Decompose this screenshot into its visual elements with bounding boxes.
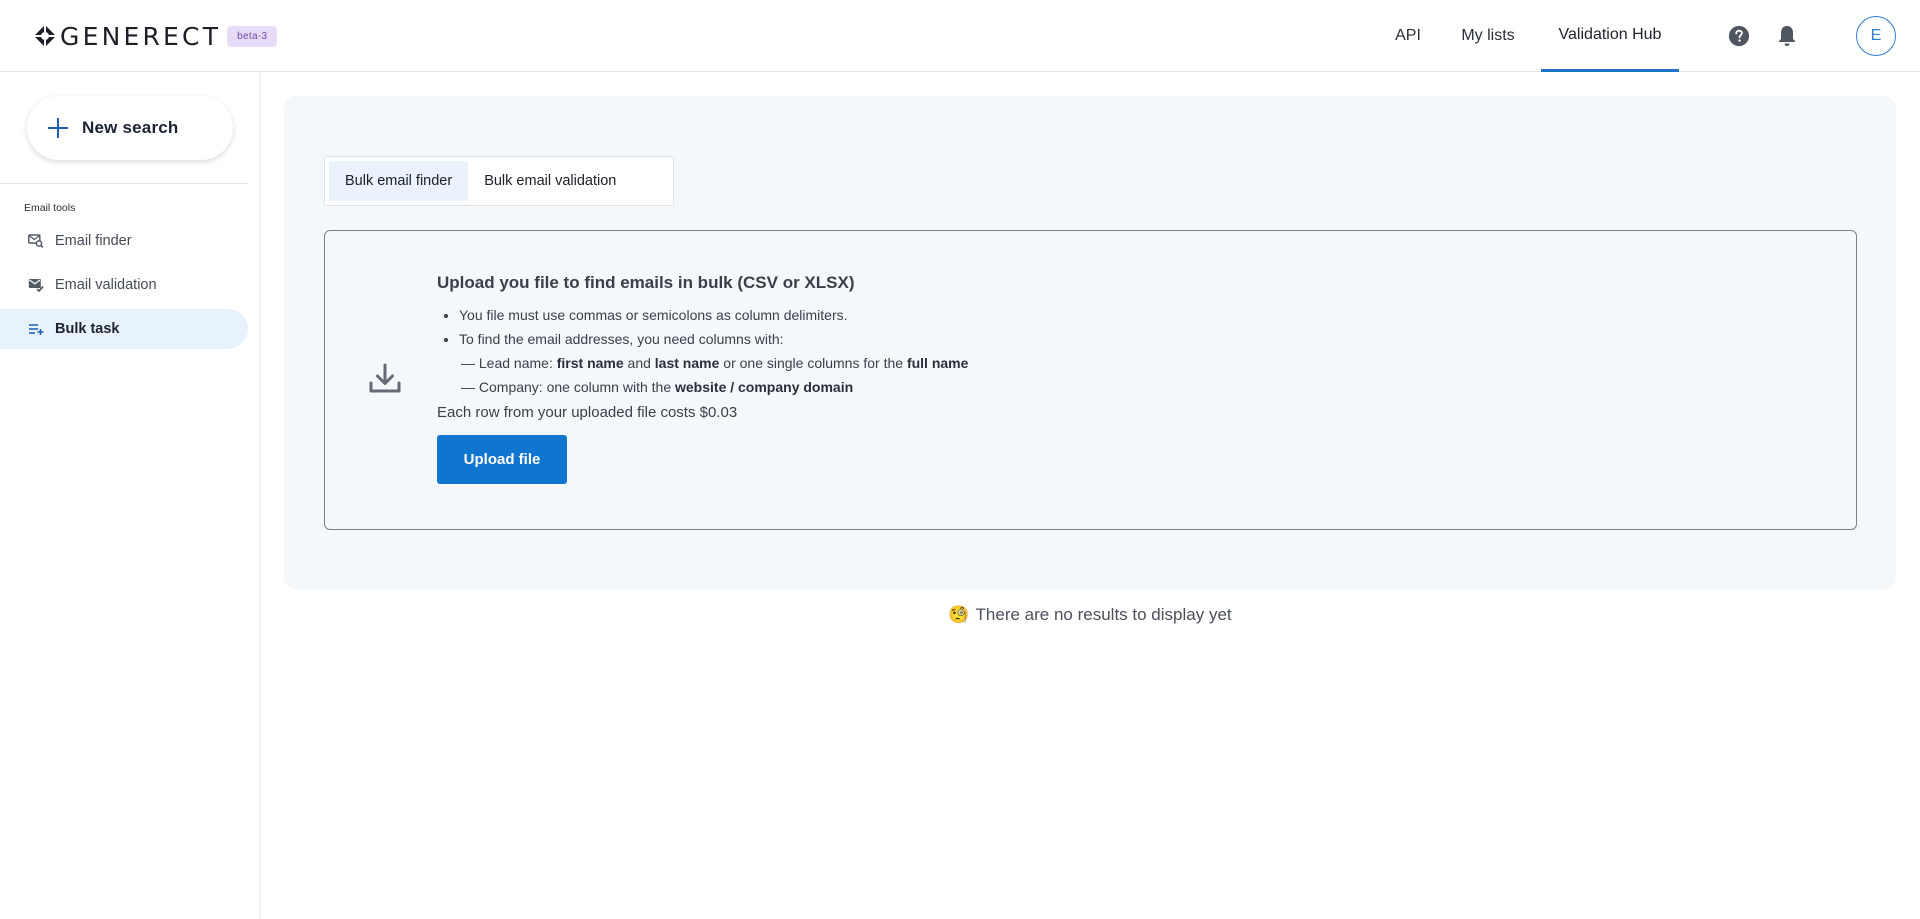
lead-name-requirement: — Lead name: first name and last name or… — [437, 351, 1337, 375]
tab-bulk-email-validation[interactable]: Bulk email validation — [468, 161, 632, 201]
bulk-panel: Bulk email finder Bulk email validation … — [284, 96, 1896, 589]
lead-last-name: last name — [654, 355, 720, 371]
sidebar-item-label: Email validation — [55, 277, 157, 293]
top-header: GENERECT beta-3 API My lists Validation … — [0, 0, 1920, 72]
sidebar-item-email-validation[interactable]: Email validation — [0, 265, 248, 305]
requirement-columns: To find the email addresses, you need co… — [459, 327, 1337, 351]
email-search-icon — [28, 233, 44, 249]
upload-instructions: Upload you file to find emails in bulk (… — [437, 273, 1337, 484]
upload-dropzone[interactable]: Upload you file to find emails in bulk (… — [324, 230, 1857, 530]
lead-and: and — [623, 355, 655, 371]
logo[interactable]: GENERECT beta-3 — [33, 21, 278, 51]
sidebar-item-email-finder[interactable]: Email finder — [0, 221, 248, 261]
sidebar-divider — [0, 183, 248, 184]
bulk-tabs: Bulk email finder Bulk email validation — [324, 156, 674, 206]
logo-text: GENERECT — [60, 21, 222, 51]
logo-mark-icon — [34, 25, 56, 47]
email-check-icon — [28, 277, 44, 293]
new-search-button[interactable]: New search — [27, 96, 233, 160]
plus-icon — [47, 117, 69, 139]
sidebar-item-label: Email finder — [55, 233, 132, 249]
playlist-add-icon — [28, 321, 44, 337]
requirement-delimiters: You file must use commas or semicolons a… — [459, 303, 1337, 327]
nav-api[interactable]: API — [1394, 0, 1422, 72]
cost-text: Each row from your uploaded file costs $… — [437, 404, 738, 421]
lead-full-name: full name — [906, 355, 969, 371]
empty-state: 🧐 There are no results to display yet — [284, 605, 1896, 625]
upload-file-button[interactable]: Upload file — [437, 435, 567, 484]
sidebar-item-label: Bulk task — [55, 321, 120, 337]
bell-icon[interactable] — [1775, 24, 1799, 48]
tab-bulk-email-finder[interactable]: Bulk email finder — [329, 161, 469, 201]
company-prefix: — Company: one column with the — [461, 379, 675, 395]
requirements-list: You file must use commas or semicolons a… — [437, 303, 1337, 351]
lead-or: or one single columns for the — [719, 355, 907, 371]
download-icon — [369, 363, 401, 393]
new-search-label: New search — [82, 118, 179, 137]
lead-first-name: first name — [556, 355, 624, 371]
company-domain: website / company domain — [675, 379, 854, 395]
section-label-email-tools: Email tools — [24, 202, 76, 214]
empty-state-text: There are no results to display yet — [975, 605, 1232, 624]
avatar[interactable]: E — [1856, 16, 1896, 56]
help-icon[interactable] — [1727, 24, 1751, 48]
sidebar-item-bulk-task[interactable]: Bulk task — [0, 309, 248, 349]
beta-badge: beta-3 — [227, 25, 278, 47]
upload-title: Upload you file to find emails in bulk (… — [437, 273, 855, 292]
nav-validation-hub[interactable]: Validation Hub — [1541, 0, 1679, 72]
sidebar: New search Email tools Email finder Emai… — [0, 72, 260, 919]
nav-my-lists[interactable]: My lists — [1458, 0, 1518, 72]
company-requirement: — Company: one column with the website /… — [437, 375, 1337, 399]
lead-prefix: — Lead name: — [461, 355, 557, 371]
monocle-face-icon: 🧐 — [948, 605, 970, 624]
